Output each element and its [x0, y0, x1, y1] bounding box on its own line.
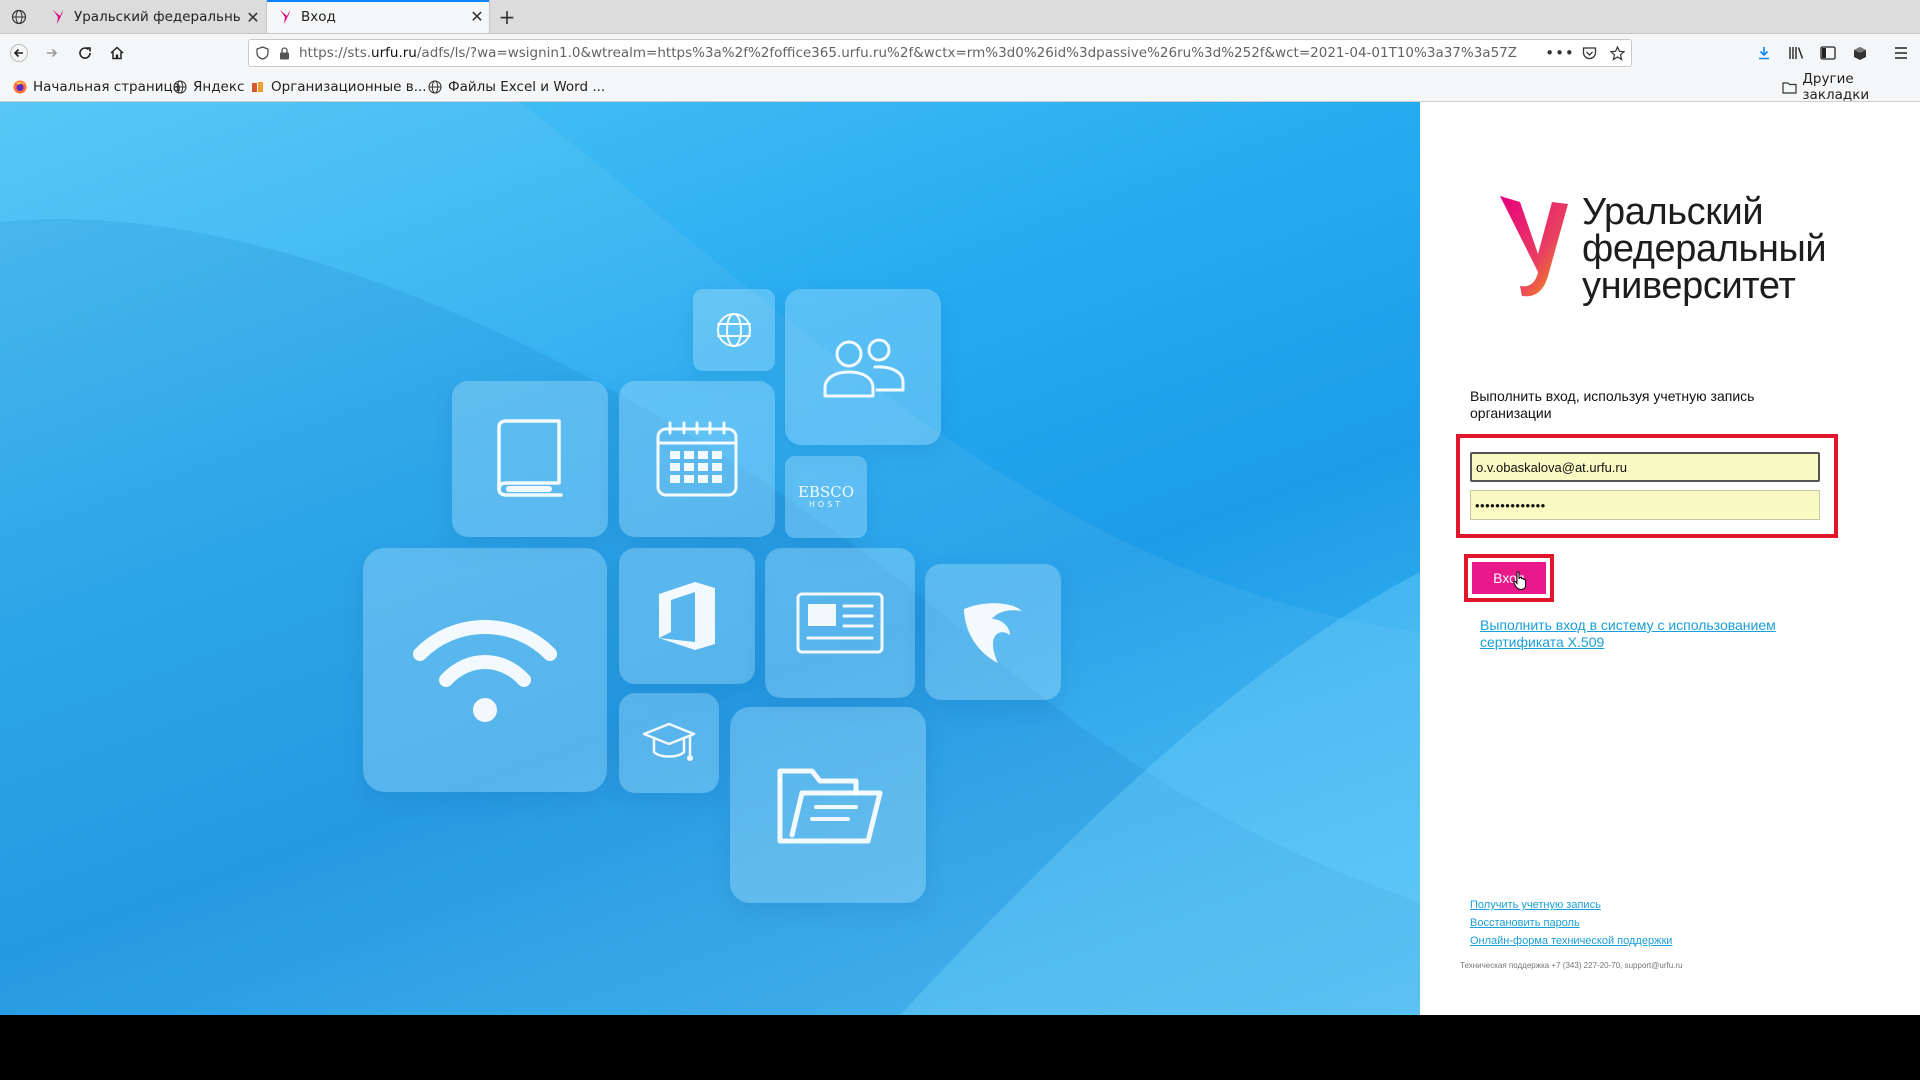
restore-password-link[interactable]: Восстановить пароль [1470, 917, 1580, 929]
url-rest: /adfs/ls/?wa=wsignin1.0&wtrealm=https%3a… [416, 45, 1518, 61]
url-prefix: https://sts. [299, 45, 372, 61]
graduation-cap-icon [642, 722, 696, 761]
tab-urfu[interactable]: Уральский федеральный ✕ [40, 0, 265, 34]
tile-office [619, 548, 755, 684]
ebsco-label: EBSCO [797, 483, 855, 501]
bookmark-home[interactable]: Начальная страница [12, 72, 181, 102]
forward-icon[interactable] [37, 34, 67, 72]
tile-book [452, 381, 608, 537]
url-domain: urfu.ru [371, 45, 417, 61]
address-bar[interactable]: https://sts.urfu.ru/adfs/ls/?wa=wsignin1… [248, 39, 1632, 67]
new-tab-icon[interactable]: + [492, 0, 522, 34]
brand-boomerang-icon [964, 603, 1022, 663]
bookmark-label: Файлы Excel и Word ... [448, 79, 606, 95]
password-field[interactable] [1470, 490, 1820, 520]
folder-icon [777, 768, 883, 844]
login-button[interactable]: Вход [1472, 562, 1546, 594]
tile-news [765, 548, 915, 698]
firefox-icon [12, 79, 28, 95]
support-form-link[interactable]: Онлайн-форма технической поддержки [1470, 935, 1672, 947]
other-bookmarks[interactable]: Другие закладки [1782, 71, 1920, 103]
tile-ebsco: EBSCO HOST [785, 456, 867, 538]
support-info: Техническая поддержка +7 (343) 227-20-70… [1460, 961, 1683, 970]
logo-line-1: Уральский [1582, 191, 1764, 233]
close-icon[interactable]: ✕ [241, 8, 265, 27]
pocket-icon[interactable] [1575, 46, 1603, 60]
star-icon[interactable] [1603, 45, 1631, 61]
bookmark-label: Начальная страница [33, 79, 181, 95]
urfu-logo-icon [1500, 196, 1568, 297]
book-icon [497, 419, 563, 497]
users-icon [823, 338, 905, 398]
page-actions-icon[interactable]: ••• [1545, 44, 1575, 62]
certificate-login-link[interactable]: Выполнить вход в систему с использование… [1480, 617, 1810, 651]
hero-background: EBSCO HOST [0, 102, 1420, 1015]
bookmark-yandex[interactable]: Яндекс [172, 72, 244, 102]
wifi-icon [413, 620, 557, 722]
tile-www [693, 289, 775, 371]
login-panel: Уральский федеральный университет Выполн… [1420, 102, 1920, 1015]
shield-icon[interactable] [249, 46, 275, 60]
get-account-link[interactable]: Получить учетную запись [1470, 899, 1601, 911]
urfu-logo-icon [277, 9, 293, 25]
tile-people [785, 289, 941, 445]
tab-bar: Уральский федеральный ✕ Вход ✕ + [0, 0, 1920, 34]
bookmark-label: Организационные в... [271, 79, 427, 95]
logo-line-2: федеральный [1582, 228, 1827, 270]
lock-icon[interactable] [275, 46, 293, 60]
sidebar-icon[interactable] [1813, 34, 1843, 72]
bookmark-label: Яндекс [193, 79, 245, 95]
tile-education [619, 693, 719, 793]
reload-icon[interactable] [70, 34, 100, 72]
urfu-logo-icon [50, 9, 66, 25]
tile-calendar [619, 381, 775, 537]
hand-cursor-icon [1513, 571, 1527, 591]
close-icon[interactable]: ✕ [465, 7, 489, 26]
tile-folder [730, 707, 926, 903]
bookmark-label: Другие закладки [1802, 71, 1870, 103]
library-icon[interactable] [1781, 34, 1811, 72]
tab-login[interactable]: Вход ✕ [266, 0, 490, 33]
tab-title: Вход [301, 8, 336, 25]
globe-icon [172, 79, 188, 95]
bookmark-icon [250, 79, 266, 95]
email-field[interactable] [1470, 452, 1820, 482]
university-name: Уральский федеральный университет [1582, 191, 1827, 307]
back-icon[interactable] [4, 34, 34, 72]
bookmark-files[interactable]: Файлы Excel и Word ... [427, 72, 605, 102]
login-prompt: Выполнить вход, используя учетную запись… [1470, 388, 1755, 421]
tile-wifi [363, 548, 607, 792]
bookmarks-toolbar: Начальная страница Яндекс Организационны… [0, 71, 1920, 103]
screen-bottom-bar [0, 1015, 1920, 1080]
tile-brand [925, 564, 1061, 700]
menu-icon[interactable] [1886, 34, 1916, 72]
logo-line-3: университет [1582, 265, 1796, 307]
navigation-toolbar: https://sts.urfu.ru/adfs/ls/?wa=wsignin1… [0, 34, 1920, 72]
tab-title: Уральский федеральный [74, 9, 241, 25]
calendar-icon [656, 421, 738, 497]
newspaper-icon [796, 592, 884, 654]
office-icon [659, 582, 715, 650]
www-globe-icon [717, 313, 751, 347]
credentials-highlight [1456, 434, 1838, 538]
globe-icon [427, 79, 443, 95]
extension-icon[interactable] [1845, 34, 1875, 72]
url-text[interactable]: https://sts.urfu.ru/adfs/ls/?wa=wsignin1… [293, 45, 1545, 61]
globe-icon[interactable] [4, 0, 34, 34]
folder-icon [1782, 79, 1797, 95]
home-icon[interactable] [102, 34, 132, 72]
bookmark-org[interactable]: Организационные в... [250, 72, 427, 102]
ebsco-host-label: HOST [808, 500, 844, 509]
download-icon[interactable] [1749, 34, 1779, 72]
